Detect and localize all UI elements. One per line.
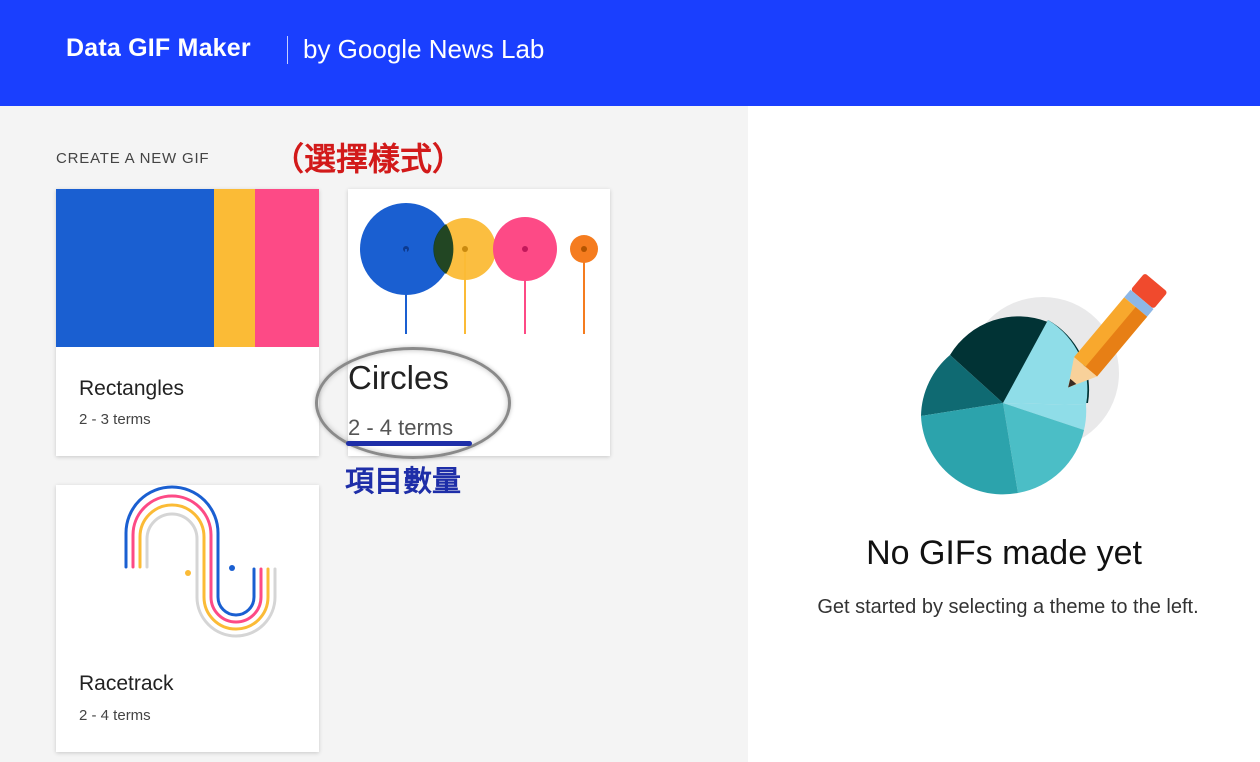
theme-card-rectangles[interactable]: Rectangles 2 - 3 terms: [56, 189, 319, 456]
section-label: CREATE A NEW GIF: [56, 150, 210, 167]
pie-chart-pencil-icon: [908, 270, 1168, 510]
header-byline[interactable]: by Google News Lab: [303, 34, 544, 65]
theme-card-circles[interactable]: Circles 2 - 4 terms: [348, 189, 610, 456]
empty-state-description: Get started by selecting a theme to the …: [817, 596, 1199, 618]
app-header: Data GIF Maker by Google News Lab: [0, 0, 1260, 106]
theme-card-title: Circles: [348, 359, 449, 396]
rectangles-thumbnail: [56, 189, 319, 347]
annotation-select-style: （選擇樣式）: [272, 140, 465, 178]
app-title[interactable]: Data GIF Maker: [66, 34, 251, 63]
annotation-underline: [346, 441, 472, 446]
theme-card-title: Racetrack: [79, 672, 174, 695]
theme-card-title: Rectangles: [79, 377, 185, 400]
annotation-item-count: 項目數量: [345, 464, 462, 498]
theme-card-terms: 2 - 3 terms: [79, 411, 151, 428]
theme-card-racetrack[interactable]: Racetrack 2 - 4 terms: [56, 485, 319, 752]
theme-card-terms: 2 - 4 terms: [348, 415, 454, 440]
theme-card-terms: 2 - 4 terms: [79, 707, 151, 724]
empty-state-title: No GIFs made yet: [866, 534, 1142, 572]
racetrack-thumbnail: [56, 485, 319, 643]
header-divider: [287, 36, 288, 64]
circles-thumbnail: [348, 189, 610, 347]
